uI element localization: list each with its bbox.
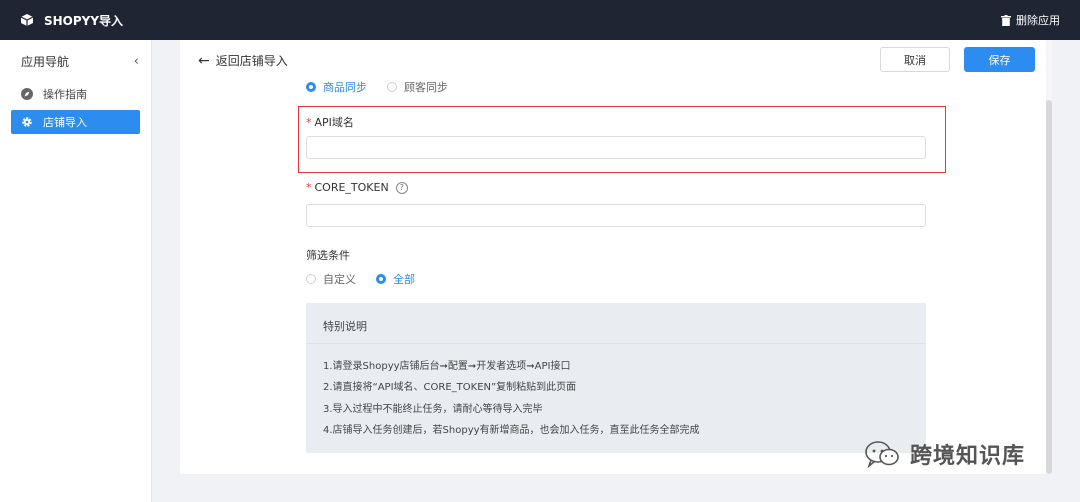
filter-label: 筛选条件: [306, 249, 350, 262]
main-area: ← 返回店铺导入 取消 保存 商品同步 顾客同步 * API域名 * CORE_…: [152, 40, 1080, 502]
back-link[interactable]: ← 返回店铺导入: [198, 52, 288, 69]
required-mark: *: [306, 181, 312, 194]
wechat-icon: [865, 441, 899, 468]
sync-type-group: 商品同步 顾客同步: [306, 79, 468, 95]
sidebar-header: 应用导航 ‹: [0, 40, 151, 82]
filter-group: 自定义 全部: [306, 271, 435, 287]
sidebar-item-guide[interactable]: 操作指南: [11, 82, 140, 106]
api-domain-input[interactable]: [306, 136, 926, 159]
radio-filter-all[interactable]: [376, 274, 386, 284]
notes-title: 特别说明: [323, 320, 367, 333]
radio-customer-sync[interactable]: [387, 82, 397, 92]
watermark-text: 跨境知识库: [910, 444, 1026, 469]
notes-divider: [306, 343, 926, 344]
chevron-left-icon[interactable]: ‹: [134, 54, 139, 69]
sidebar-item-label: 操作指南: [43, 88, 87, 101]
trash-icon: [1001, 14, 1011, 26]
note-line: 1.请登录Shopyy店铺后台➞配置➞开发者选项➞API接口: [323, 361, 571, 372]
core-token-label: * CORE_TOKEN ?: [306, 181, 408, 194]
sidebar-item-store-import[interactable]: 店铺导入: [11, 110, 140, 134]
api-domain-label: * API域名: [306, 115, 354, 130]
radio-product-sync-label[interactable]: 商品同步: [323, 79, 367, 95]
back-label: 返回店铺导入: [215, 54, 288, 68]
radio-filter-all-label[interactable]: 全部: [393, 271, 415, 287]
radio-filter-custom[interactable]: [306, 274, 316, 284]
save-button[interactable]: 保存: [964, 47, 1035, 72]
sidebar: 应用导航 ‹ 操作指南 店铺导入: [0, 40, 152, 502]
required-mark: *: [306, 115, 312, 129]
note-line: 2.请直接将“API域名、CORE_TOKEN”复制粘贴到此页面: [323, 382, 577, 393]
cancel-button[interactable]: 取消: [880, 47, 950, 72]
form-card: ← 返回店铺导入 取消 保存 商品同步 顾客同步 * API域名 * CORE_…: [180, 40, 1052, 474]
scrollbar[interactable]: [1046, 40, 1052, 474]
compass-icon: [21, 88, 33, 100]
top-bar: SHOPYY导入 删除应用: [0, 0, 1080, 40]
delete-app-label: 删除应用: [1016, 14, 1060, 27]
help-icon[interactable]: ?: [395, 181, 408, 194]
delete-app-button[interactable]: 删除应用: [1001, 12, 1060, 28]
core-token-input[interactable]: [306, 204, 926, 227]
scrollbar-thumb[interactable]: [1046, 100, 1052, 474]
sidebar-item-label: 店铺导入: [43, 116, 87, 129]
note-line: 4.店铺导入任务创建后，若Shopyy有新增商品，也会加入任务，直至此任务全部完…: [323, 425, 700, 436]
app-title: SHOPYY导入: [44, 13, 124, 28]
radio-customer-sync-label[interactable]: 顾客同步: [404, 79, 448, 95]
sidebar-title: 应用导航: [21, 54, 70, 69]
gear-icon: [22, 117, 32, 127]
notes-panel: 特别说明 1.请登录Shopyy店铺后台➞配置➞开发者选项➞API接口 2.请直…: [306, 303, 926, 453]
watermark: 跨境知识库: [864, 438, 1025, 470]
note-line: 3.导入过程中不能终止任务，请耐心等待导入完毕: [323, 404, 543, 415]
cube-icon: [20, 14, 34, 26]
radio-filter-custom-label[interactable]: 自定义: [323, 271, 356, 287]
radio-product-sync[interactable]: [306, 82, 316, 92]
arrow-left-icon: ←: [198, 52, 210, 69]
